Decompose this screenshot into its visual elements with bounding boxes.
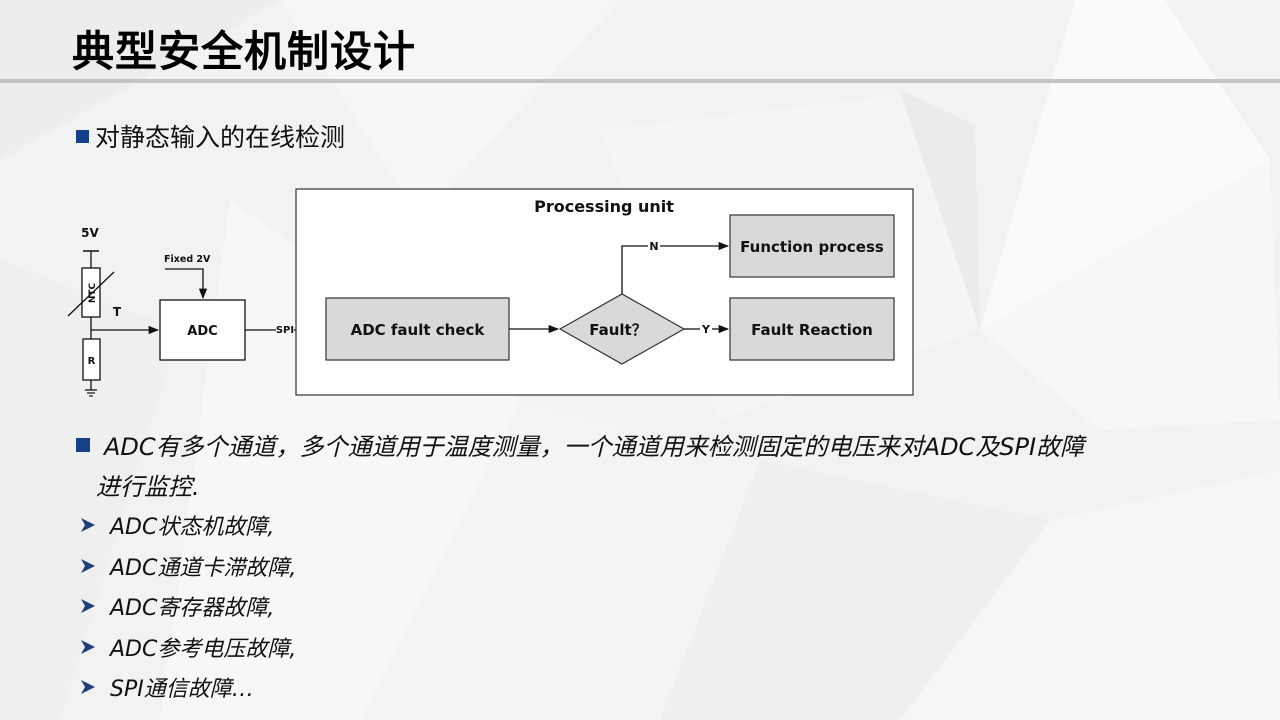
- supply-voltage-label: 5V: [81, 226, 99, 240]
- reference-voltage-label: Fixed 2V: [164, 254, 211, 265]
- arrow-bullet-icon: [81, 639, 95, 654]
- function-process-label: Function process: [740, 238, 884, 256]
- list-item: SPI通信故障…: [80, 667, 296, 708]
- list-item-label: ADC参考电压故障,: [110, 636, 297, 662]
- adc-fault-check-label: ADC fault check: [351, 321, 486, 339]
- list-item: ADC通道卡滞故障,: [80, 546, 296, 587]
- list-item-label: ADC通道卡滞故障,: [110, 555, 297, 581]
- description-line-1: ADC有多个通道，多个通道用于温度测量，一个通道用来检测固定的电压来对ADC及S…: [104, 433, 1085, 461]
- adc-label: ADC: [187, 324, 217, 339]
- fault-list: ADC状态机故障, ADC通道卡滞故障, ADC寄存器故障, ADC参考电压故障…: [80, 505, 296, 708]
- no-branch-label: N: [649, 240, 658, 253]
- arrow-bullet-icon: [81, 518, 95, 533]
- list-item: ADC寄存器故障,: [80, 586, 296, 627]
- reference-arrow: [165, 268, 208, 300]
- resistor-label: R: [88, 356, 96, 367]
- list-item-label: ADC状态机故障,: [110, 515, 275, 541]
- arrow-bullet-icon: [81, 680, 95, 695]
- arrow-bullet-icon: [81, 558, 95, 573]
- arrow-bullet-icon: [81, 599, 95, 614]
- yes-branch-label: Y: [701, 323, 711, 336]
- signal-label: T: [113, 305, 122, 319]
- ground-icon: [85, 389, 97, 397]
- list-item: ADC参考电压故障,: [80, 627, 296, 668]
- square-bullet-icon: [76, 438, 90, 452]
- processing-unit-title: Processing unit: [534, 197, 674, 216]
- list-item-label: ADC寄存器故障,: [110, 596, 275, 622]
- description-paragraph: ADC有多个通道，多个通道用于温度测量，一个通道用来检测固定的电压来对ADC及S…: [76, 427, 1236, 507]
- description-line-2: 进行监控.: [96, 473, 200, 501]
- spi-label: SPI: [276, 325, 294, 336]
- fault-decision-label: Fault？: [589, 321, 646, 339]
- list-item-label: SPI通信故障…: [110, 677, 254, 703]
- list-item: ADC状态机故障,: [80, 505, 296, 546]
- fault-reaction-label: Fault Reaction: [751, 321, 873, 339]
